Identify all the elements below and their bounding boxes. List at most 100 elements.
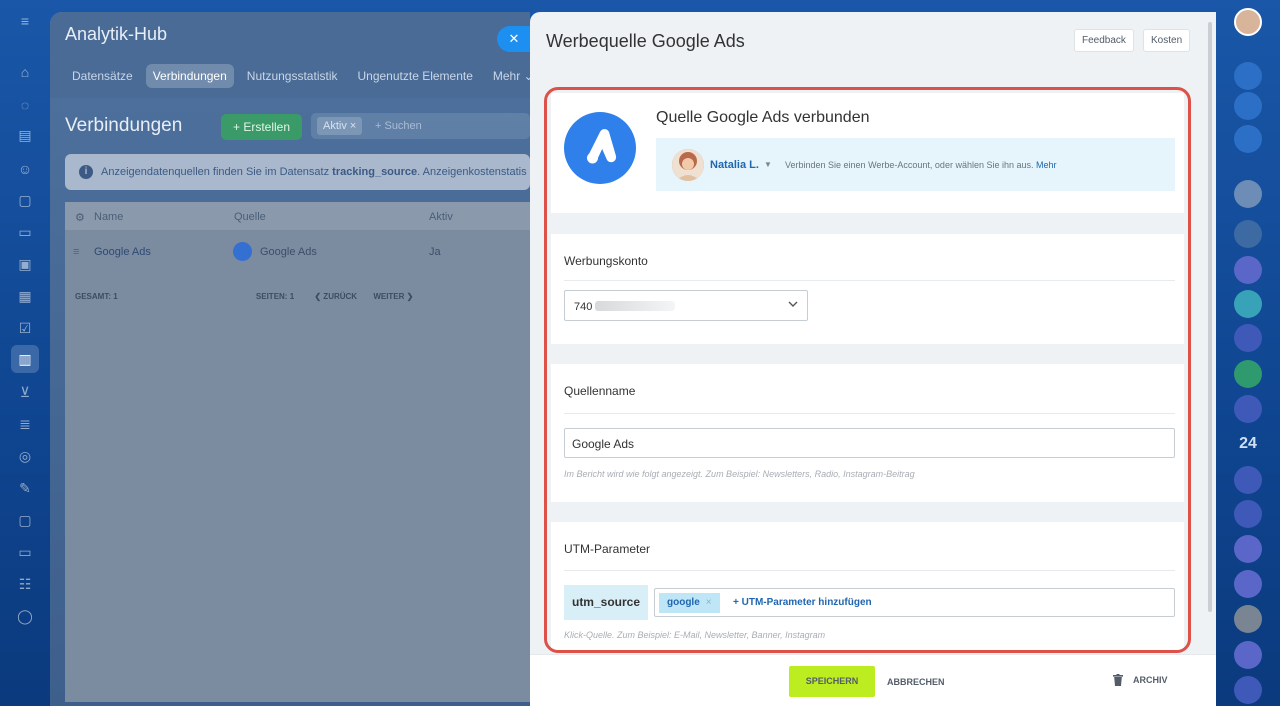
panel-scrollbar[interactable] bbox=[1208, 22, 1212, 612]
highlighted-settings-frame: Quelle Google Ads verbunden Natalia L. ▼… bbox=[544, 87, 1191, 653]
group-icon[interactable]: ☷ bbox=[16, 575, 34, 593]
ad-account-value: 740 bbox=[574, 301, 593, 313]
account-selector-bar: Natalia L. ▼ Verbinden Sie einen Werbe-A… bbox=[656, 138, 1175, 191]
settings-gear-icon[interactable]: ⚙ bbox=[75, 211, 85, 224]
rail-chat-2[interactable] bbox=[1234, 535, 1262, 563]
contact-avatar-1[interactable] bbox=[1234, 180, 1262, 208]
source-name-section: Quellenname Google Ads Im Bericht wird w… bbox=[551, 364, 1184, 502]
group-avatar-icon[interactable] bbox=[1234, 220, 1262, 248]
cart-icon[interactable]: ⊻ bbox=[16, 383, 34, 401]
ad-account-section: Werbungskonto 740 bbox=[551, 234, 1184, 344]
next-page-button[interactable]: WEITER ❯ bbox=[373, 292, 413, 301]
search-chat-icon[interactable] bbox=[1234, 125, 1262, 153]
ad-account-label: Werbungskonto bbox=[564, 254, 648, 268]
source-name-input[interactable]: Google Ads bbox=[564, 428, 1175, 458]
feedback-button[interactable]: Feedback bbox=[1074, 29, 1134, 52]
avatar bbox=[672, 149, 704, 181]
rail-chat-3[interactable] bbox=[1234, 570, 1262, 598]
google-ads-source-panel: Werbequelle Google Ads Feedback Kosten Q… bbox=[530, 12, 1216, 706]
file-icon[interactable]: ▢ bbox=[16, 191, 34, 209]
caret-down-icon[interactable]: ▼ bbox=[764, 160, 772, 169]
trash-icon bbox=[1113, 674, 1123, 686]
close-icon: ✕ bbox=[508, 31, 520, 46]
tab-datasets[interactable]: Datensätze bbox=[65, 64, 140, 88]
ad-account-select[interactable]: 740 bbox=[564, 290, 808, 321]
rail-chat-4[interactable] bbox=[1234, 641, 1262, 669]
bell-icon[interactable] bbox=[1234, 62, 1262, 90]
utm-source-field[interactable]: google × + UTM-Parameter hinzufügen bbox=[654, 588, 1175, 617]
source-name-label: Quellenname bbox=[564, 384, 636, 398]
filter-chip-active[interactable]: Aktiv × bbox=[317, 117, 363, 135]
tasks-icon[interactable]: ☑ bbox=[16, 319, 34, 337]
user-avatar[interactable] bbox=[1234, 8, 1262, 36]
info-banner: i Anzeigendatenquellen finden Sie im Dat… bbox=[65, 154, 530, 190]
rail-channel-5[interactable] bbox=[1234, 676, 1262, 704]
info-icon: i bbox=[79, 165, 93, 179]
source-name-hint: Im Bericht wird wie folgt angezeigt. Zum… bbox=[564, 469, 915, 479]
filter-icon[interactable]: ≣ bbox=[16, 415, 34, 433]
close-panel-button[interactable]: ✕ bbox=[497, 26, 531, 52]
prev-page-button[interactable]: ❮ ZURÜCK bbox=[314, 292, 357, 301]
tab-unused-elements[interactable]: Ungenutzte Elemente bbox=[350, 64, 479, 88]
costs-button[interactable]: Kosten bbox=[1143, 29, 1191, 52]
cancel-button[interactable]: ABBRECHEN bbox=[887, 677, 945, 687]
tab-usage-stats[interactable]: Nutzungsstatistik bbox=[240, 64, 345, 88]
table-totals: GESAMT: 1 SEITEN: 1 ❮ ZURÜCK WEITER ❯ bbox=[75, 292, 414, 301]
filter-search[interactable]: Aktiv × + Suchen bbox=[311, 113, 530, 139]
chat-icon[interactable]: ▣ bbox=[16, 255, 34, 273]
app-title: Analytik-Hub bbox=[65, 24, 168, 44]
rail-icon-2[interactable]: ◌ bbox=[16, 96, 34, 114]
connections-table: ⚙ Name Quelle Aktiv ≡ Google Ads Google … bbox=[65, 202, 535, 702]
google-ads-logo bbox=[564, 112, 636, 184]
save-button[interactable]: SPEICHERN bbox=[789, 666, 875, 697]
row-menu-icon[interactable]: ≡ bbox=[73, 246, 79, 258]
panel-footer: SPEICHERN ABBRECHEN ARCHIV bbox=[530, 654, 1216, 706]
remove-tag-icon[interactable]: × bbox=[706, 597, 712, 608]
utm-label: UTM-Parameter bbox=[564, 542, 651, 556]
window-icon[interactable]: ▭ bbox=[16, 543, 34, 561]
archive-button[interactable]: ARCHIV bbox=[1113, 674, 1168, 686]
utm-hint: Klick-Quelle. Zum Beispiel: E-Mail, News… bbox=[564, 630, 826, 640]
table-header: ⚙ Name Quelle Aktiv bbox=[65, 202, 535, 230]
pen-icon[interactable]: ✎ bbox=[16, 479, 34, 497]
rail-channel-1[interactable] bbox=[1234, 324, 1262, 352]
utm-source-key: utm_source bbox=[564, 585, 648, 620]
chevron-down-icon bbox=[788, 301, 798, 307]
rail-channel-3[interactable] bbox=[1234, 466, 1262, 494]
lock-icon[interactable] bbox=[1234, 360, 1262, 388]
tab-more[interactable]: Mehr ⌄ bbox=[486, 64, 530, 88]
left-sidebar: ≡ ⌂ ◌ ▤ ☺ ▢ ▭ ▣ ▦ ☑ ▥ ⊻ ≣ ◎ ✎ ▢ ▭ ☷ ◯ bbox=[0, 0, 50, 706]
target-icon[interactable]: ◎ bbox=[16, 447, 34, 465]
create-button[interactable]: + Erstellen bbox=[221, 114, 303, 140]
rail-channel-4[interactable] bbox=[1234, 500, 1262, 528]
redacted-value bbox=[595, 301, 675, 311]
calendar-icon[interactable]: ▦ bbox=[16, 287, 34, 305]
contact-avatar-2[interactable] bbox=[1234, 605, 1262, 633]
box-icon[interactable]: ▢ bbox=[16, 511, 34, 529]
home-icon[interactable]: ⌂ bbox=[16, 63, 34, 81]
account-hint-text: Verbinden Sie einen Werbe-Account, oder … bbox=[785, 160, 1034, 170]
menu-icon[interactable]: ≡ bbox=[16, 12, 34, 30]
rail-chat-1[interactable] bbox=[1234, 256, 1262, 284]
bitrix24-badge[interactable]: 24 bbox=[1234, 430, 1262, 458]
search-placeholder: + Suchen bbox=[375, 120, 422, 132]
rail-channel-2[interactable] bbox=[1234, 395, 1262, 423]
rail-task-icon[interactable] bbox=[1234, 290, 1262, 318]
add-utm-parameter-button[interactable]: + UTM-Parameter hinzufügen bbox=[733, 597, 872, 608]
page-heading: Verbindungen bbox=[65, 115, 183, 136]
activity-icon[interactable] bbox=[1234, 92, 1262, 120]
connected-title: Quelle Google Ads verbunden bbox=[656, 109, 870, 126]
tab-connections[interactable]: Verbindungen bbox=[145, 64, 234, 88]
right-sidebar: 24 bbox=[1216, 0, 1280, 706]
hub-tabs: Datensätze Verbindungen Nutzungsstatisti… bbox=[65, 64, 530, 88]
more-link[interactable]: Mehr bbox=[1036, 160, 1057, 170]
table-row[interactable]: ≡ Google Ads Google Ads Ja bbox=[65, 238, 535, 266]
connection-card: Quelle Google Ads verbunden Natalia L. ▼… bbox=[551, 93, 1184, 213]
analytics-icon[interactable]: ▥ bbox=[11, 345, 39, 373]
contacts-icon[interactable]: ☺ bbox=[16, 160, 34, 178]
user-name-link[interactable]: Natalia L. bbox=[710, 159, 759, 171]
card-icon[interactable]: ▭ bbox=[16, 223, 34, 241]
help-icon[interactable]: ◯ bbox=[16, 607, 34, 625]
utm-tag-google: google × bbox=[659, 593, 720, 613]
document-icon[interactable]: ▤ bbox=[16, 126, 34, 144]
